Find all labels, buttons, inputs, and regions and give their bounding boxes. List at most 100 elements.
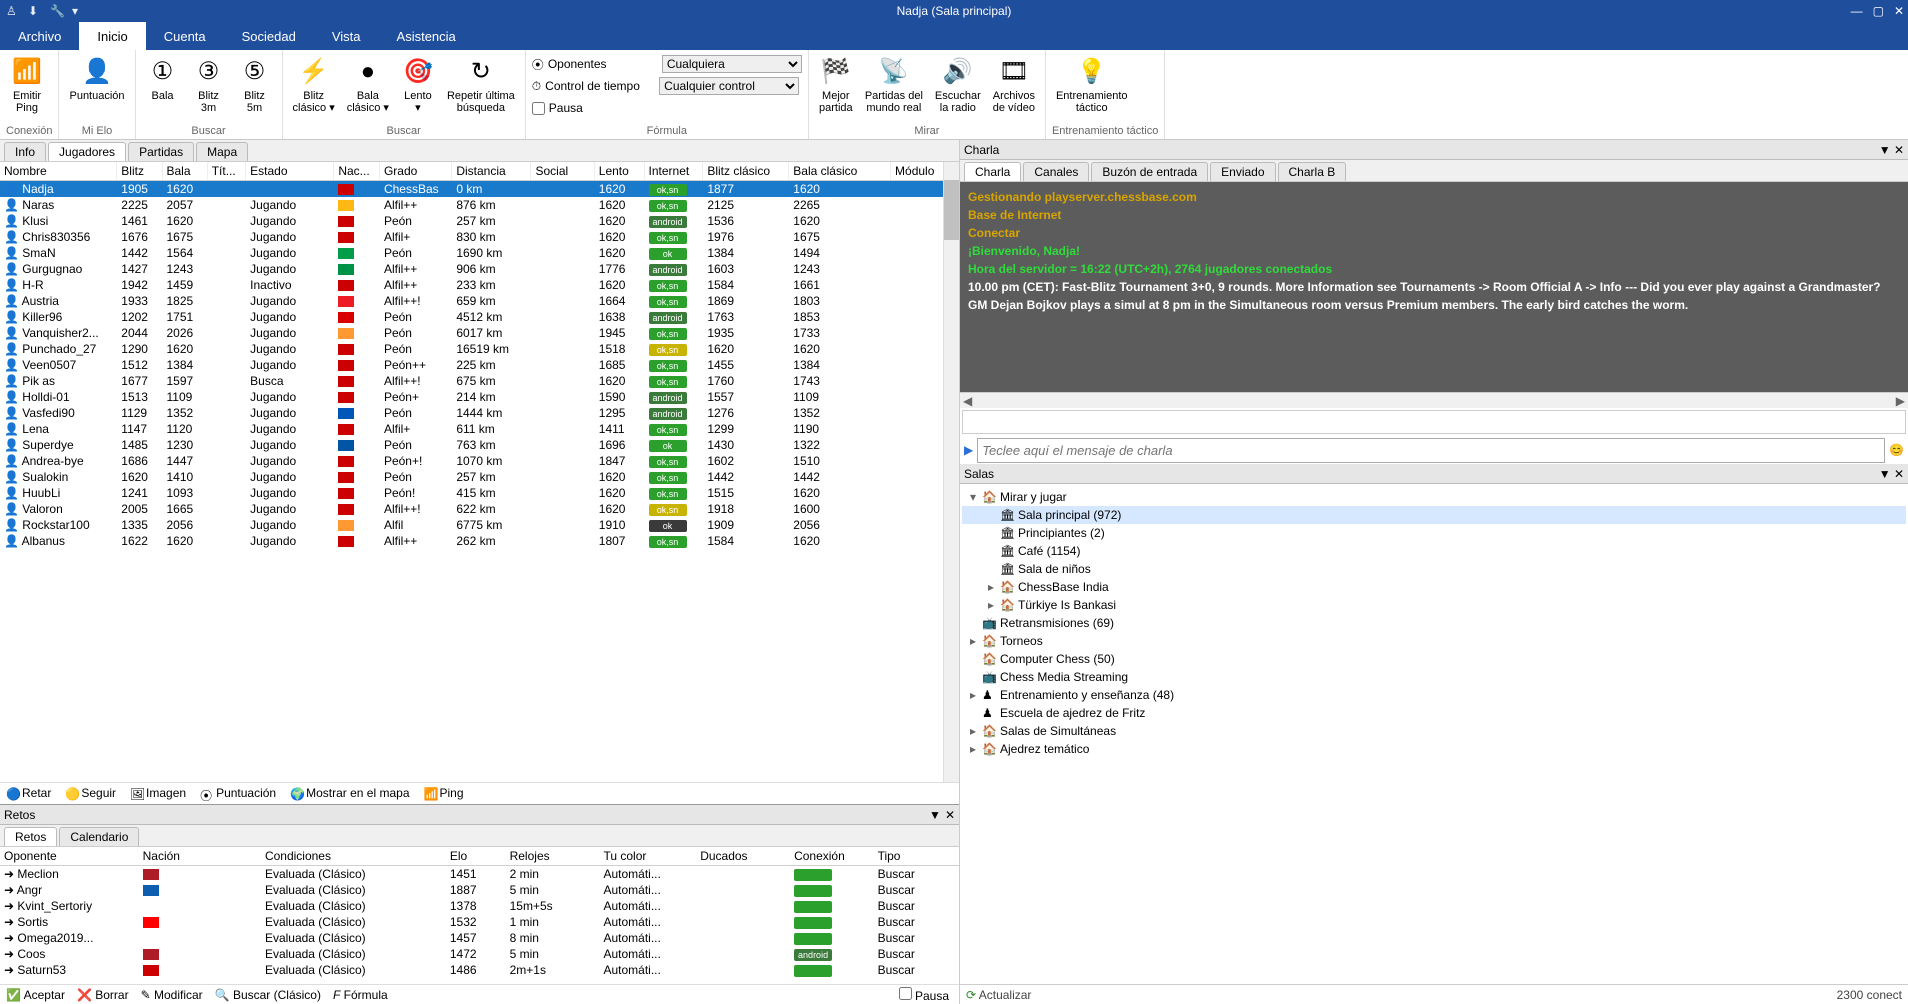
player-row[interactable]: 👤 Rockstar10013352056JugandoAlfil6775 km…: [0, 517, 959, 533]
col-internet[interactable]: Internet: [644, 162, 703, 181]
ribbon-bala[interactable]: ●Balaclásico ▾: [343, 54, 393, 116]
tab-info[interactable]: Info: [4, 142, 46, 161]
ribbon-escuchar[interactable]: 🔊Escucharla radio: [931, 54, 985, 116]
pt-seguir[interactable]: 🟡Seguir: [65, 786, 116, 801]
room-node[interactable]: 🏠Computer Chess (50): [962, 650, 1906, 668]
player-row[interactable]: 👤 Albanus16221620JugandoAlfil++262 km180…: [0, 533, 959, 549]
retos-col-tipo[interactable]: Tipo: [874, 847, 959, 866]
retos-row[interactable]: ➜ Omega2019...Evaluada (Clásico)14578 mi…: [0, 930, 959, 946]
retos-btn-buscar-cl-sico-[interactable]: 🔍 Buscar (Clásico): [215, 988, 321, 1002]
col-bala[interactable]: Bala: [162, 162, 207, 181]
player-row[interactable]: 👤 SmaN14421564JugandoPeón1690 km1620ok13…: [0, 245, 959, 261]
player-row[interactable]: 👤 Nadja19051620ChessBas0 km1620ok,sn1877…: [0, 181, 959, 198]
ribbon-blitz[interactable]: ⚡Blitzclásico ▾: [289, 54, 339, 116]
room-node[interactable]: ▸🏠Torneos: [962, 632, 1906, 650]
chat-hscroll[interactable]: ◀▶: [960, 392, 1908, 408]
pt-mostrar-en-el-mapa[interactable]: 🌍Mostrar en el mapa: [290, 786, 409, 801]
retos-btn-modificar[interactable]: ✎ Modificar: [141, 988, 203, 1002]
qat-icon-4[interactable]: ▾: [72, 4, 86, 18]
retos-table[interactable]: OponenteNaciónCondicionesEloRelojesTu co…: [0, 847, 959, 978]
retos-row[interactable]: ➜ SortisEvaluada (Clásico)15321 minAutom…: [0, 914, 959, 930]
qat-icon-2[interactable]: ⬇: [28, 4, 42, 18]
expand-icon[interactable]: ▸: [986, 580, 996, 594]
pausa-checkbox[interactable]: [532, 102, 545, 115]
retos-btn-borrar[interactable]: ❌ Borrar: [77, 988, 129, 1002]
retos-col-conexi-n[interactable]: Conexión: [790, 847, 874, 866]
room-node[interactable]: ▸🏠ChessBase India: [962, 578, 1906, 596]
oponentes-select[interactable]: Cualquiera: [662, 55, 802, 73]
chat-input[interactable]: [977, 438, 1885, 463]
player-row[interactable]: 👤 Punchado_2712901620JugandoPeón16519 km…: [0, 341, 959, 357]
rooms-dropdown-icon[interactable]: ▼: [1879, 467, 1891, 481]
players-table[interactable]: NombreBlitzBalaTít...EstadoNac...GradoDi…: [0, 162, 959, 549]
players-scrollbar[interactable]: [943, 162, 959, 782]
chat-tab-enviado[interactable]: Enviado: [1210, 162, 1275, 181]
ribbon-lento[interactable]: 🎯Lento▾: [397, 54, 439, 116]
room-node[interactable]: 🏛Café (1154): [962, 542, 1906, 560]
retos-row[interactable]: ➜ CoosEvaluada (Clásico)14725 minAutomát…: [0, 946, 959, 962]
menu-asistencia[interactable]: Asistencia: [379, 22, 474, 50]
tab-partidas[interactable]: Partidas: [128, 142, 194, 161]
player-row[interactable]: 👤 Pik as16771597BuscaAlfil++!675 km1620o…: [0, 373, 959, 389]
expand-icon[interactable]: ▸: [986, 598, 996, 612]
room-node[interactable]: ▸🏠Ajedrez temático: [962, 740, 1906, 758]
ribbon-puntuación[interactable]: 👤Puntuación: [65, 54, 128, 104]
retos-close-icon[interactable]: ✕: [945, 808, 955, 822]
chat-tab-charla-b[interactable]: Charla B: [1278, 162, 1347, 181]
retos-btn-aceptar[interactable]: ✅ Aceptar: [6, 988, 65, 1002]
ribbon-archivos[interactable]: 🎞Archivosde vídeo: [989, 54, 1039, 116]
qat-icon-3[interactable]: 🔧: [50, 4, 64, 18]
expand-icon[interactable]: ▸: [968, 742, 978, 756]
col-bala-cl-sico[interactable]: Bala clásico: [789, 162, 891, 181]
player-row[interactable]: 👤 Vanquisher2...20442026JugandoPeón6017 …: [0, 325, 959, 341]
rooms-close-icon[interactable]: ✕: [1894, 467, 1904, 481]
rooms-status-left[interactable]: Actualizar: [979, 988, 1032, 1002]
expand-icon[interactable]: ▸: [968, 634, 978, 648]
retos-col-oponente[interactable]: Oponente: [0, 847, 139, 866]
col-social[interactable]: Social: [531, 162, 594, 181]
retos-row[interactable]: ➜ Kvint_SertoriyEvaluada (Clásico)137815…: [0, 898, 959, 914]
ribbon-repetir-última[interactable]: ↻Repetir últimabúsqueda: [443, 54, 519, 116]
room-node[interactable]: 🏛Principiantes (2): [962, 524, 1906, 542]
retos-col-ducados[interactable]: Ducados: [696, 847, 790, 866]
close-button[interactable]: ✕: [1894, 4, 1904, 18]
player-row[interactable]: 👤 Lena11471120JugandoAlfil+611 km1411ok,…: [0, 421, 959, 437]
expand-icon[interactable]: ▾: [968, 490, 978, 504]
room-node[interactable]: 🏛Sala principal (972): [962, 506, 1906, 524]
expand-icon[interactable]: ▸: [968, 724, 978, 738]
player-row[interactable]: 👤 Vasfedi9011291352JugandoPeón1444 km129…: [0, 405, 959, 421]
retos-col-relojes[interactable]: Relojes: [506, 847, 600, 866]
room-node[interactable]: ♟Escuela de ajedrez de Fritz: [962, 704, 1906, 722]
room-node[interactable]: ▸🏠Salas de Simultáneas: [962, 722, 1906, 740]
chat-tab-charla[interactable]: Charla: [964, 162, 1021, 181]
ribbon-mejor[interactable]: 🏁Mejorpartida: [815, 54, 857, 116]
player-row[interactable]: 👤 Sualokin16201410JugandoPeón257 km1620o…: [0, 469, 959, 485]
maximize-button[interactable]: ▢: [1873, 4, 1884, 18]
player-row[interactable]: 👤 Naras22252057JugandoAlfil++876 km1620o…: [0, 197, 959, 213]
player-row[interactable]: 👤 Killer9612021751JugandoPeón4512 km1638…: [0, 309, 959, 325]
menu-sociedad[interactable]: Sociedad: [224, 22, 314, 50]
pt-retar[interactable]: 🔵Retar: [6, 786, 51, 801]
menu-vista[interactable]: Vista: [314, 22, 379, 50]
retos-col-condiciones[interactable]: Condiciones: [261, 847, 446, 866]
ribbon-emitir[interactable]: 📶EmitirPing: [6, 54, 48, 116]
player-row[interactable]: 👤 Veen050715121384JugandoPeón++225 km168…: [0, 357, 959, 373]
retos-col-tu-color[interactable]: Tu color: [599, 847, 696, 866]
menu-inicio[interactable]: Inicio: [79, 22, 145, 50]
col-estado[interactable]: Estado: [246, 162, 334, 181]
col-nac-[interactable]: Nac...: [334, 162, 380, 181]
menu-cuenta[interactable]: Cuenta: [146, 22, 224, 50]
room-node[interactable]: ▸♟Entrenamiento y enseñanza (48): [962, 686, 1906, 704]
col-distancia[interactable]: Distancia: [452, 162, 531, 181]
ribbon-partidas-del[interactable]: 📡Partidas delmundo real: [861, 54, 927, 116]
player-row[interactable]: 👤 Klusi14611620JugandoPeón257 km1620andr…: [0, 213, 959, 229]
room-node[interactable]: ▸🏠Türkiye Is Bankasi: [962, 596, 1906, 614]
retos-tab-retos[interactable]: Retos: [4, 827, 57, 846]
refresh-icon[interactable]: ⟳: [966, 988, 976, 1002]
col-lento[interactable]: Lento: [594, 162, 644, 181]
player-row[interactable]: 👤 Superdye14851230JugandoPeón763 km1696o…: [0, 437, 959, 453]
minimize-button[interactable]: —: [1851, 4, 1863, 18]
retos-pausa-checkbox[interactable]: [899, 987, 912, 1000]
col-grado[interactable]: Grado: [379, 162, 451, 181]
retos-dropdown-icon[interactable]: ▼: [929, 808, 941, 822]
